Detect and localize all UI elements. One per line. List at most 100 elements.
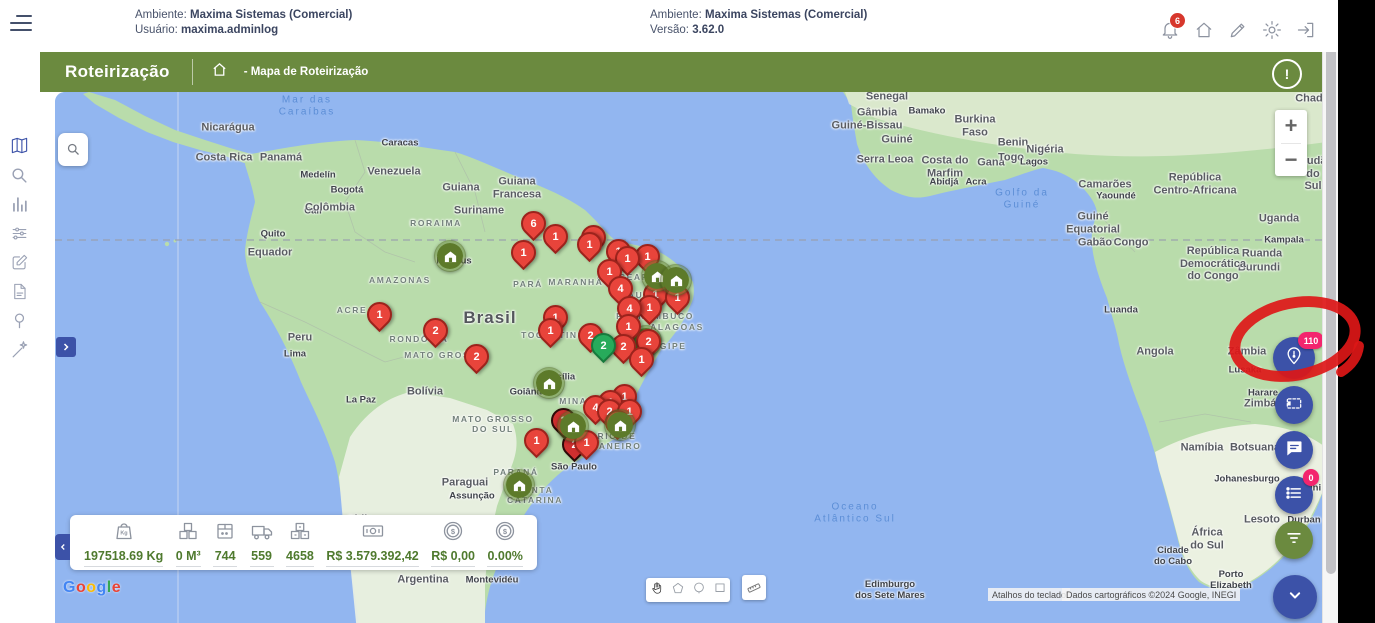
warehouse-icon (533, 367, 565, 399)
home-icon[interactable] (211, 61, 228, 83)
stat-value: 0.00% (487, 549, 522, 563)
map-attribution: Dados cartográficos ©2024 Google, INEGI (1062, 588, 1240, 601)
draw-tool-polygon[interactable] (667, 578, 688, 602)
depot-marker[interactable] (557, 410, 589, 442)
breadcrumb: - Mapa de Roteirização (244, 66, 369, 78)
hand-icon (650, 581, 664, 600)
usuario-label: Usuário: (135, 24, 178, 36)
stop-marker[interactable]: 2 (591, 333, 616, 358)
square-icon (713, 581, 727, 600)
svg-text:$: $ (503, 526, 508, 535)
sidebar-item-search[interactable] (10, 166, 30, 186)
home-icon[interactable] (1194, 20, 1216, 42)
stat-value: 4658 (286, 549, 314, 563)
filter-icon (1284, 528, 1304, 553)
stop-marker[interactable]: 1 (511, 240, 536, 265)
draw-tool-circle[interactable] (688, 578, 709, 602)
map-canvas[interactable]: Mar das CaraíbasNicaráguaCosta RicaPanam… (55, 92, 1327, 623)
zoom-in-button[interactable]: + (1275, 110, 1307, 143)
route-summary-bar: Kg 197518.69 Kg 0 M³ 744 559 4658 R$ 3.5… (70, 515, 537, 570)
usuario-value: maxima.adminlog (181, 24, 278, 36)
google-logo[interactable]: Google (63, 579, 121, 597)
alert-button[interactable]: ! (1272, 59, 1302, 89)
stop-marker[interactable]: 1 (543, 224, 568, 249)
environment-info: Ambiente: Maxima Sistemas (Comercial) Us… (135, 8, 352, 38)
zoom-out-button[interactable]: − (1275, 144, 1307, 177)
box-icon (213, 519, 237, 549)
sidebar-item-documents[interactable] (10, 282, 30, 302)
sidebar-item-reports[interactable] (10, 195, 30, 215)
warehouse-icon (604, 409, 636, 441)
ambiente-value: Maxima Sistemas (Comercial) (190, 9, 352, 21)
module-toolbar: Roteirização - Mapa de Roteirização ! (40, 52, 1327, 92)
scrollbar-track (1322, 0, 1339, 623)
sidebar-item-map[interactable] (10, 136, 30, 156)
stop-marker[interactable]: 2 (464, 344, 489, 369)
stop-marker[interactable]: 2 (423, 318, 448, 343)
fab-select-area[interactable] (1275, 386, 1313, 424)
packages-icon (288, 519, 312, 549)
depot-marker[interactable] (434, 240, 466, 272)
depot-marker[interactable] (660, 264, 692, 296)
draw-tool-rectangle[interactable] (709, 578, 730, 602)
stat-total-value: R$ 3.579.392,42 (326, 519, 418, 567)
ambiente-label: Ambiente: (135, 9, 187, 21)
page-title: Roteirização (65, 62, 170, 82)
warehouse-icon (434, 240, 466, 272)
truck-icon (250, 519, 274, 549)
map-search-button[interactable] (58, 133, 88, 166)
depot-marker[interactable] (604, 409, 636, 441)
scrollbar-thumb[interactable] (1326, 18, 1336, 574)
screen-edge (1338, 0, 1375, 623)
sidebar-item-locations[interactable] (10, 311, 30, 331)
stat-vehicles: 559 (250, 519, 274, 567)
fab-filter[interactable] (1275, 521, 1313, 559)
stat-weight: Kg 197518.69 Kg (84, 519, 163, 567)
fab-badge-route-list: 0 (1303, 469, 1319, 486)
top-header: Ambiente: Maxima Sistemas (Comercial) Us… (0, 0, 1338, 52)
fab-collapse-panel[interactable] (1273, 575, 1317, 619)
stat-value: 744 (215, 549, 236, 563)
coin-icon: $ (441, 519, 465, 549)
keyboard-shortcuts[interactable]: Atalhos do teclado (988, 588, 1070, 601)
svg-text:Kg: Kg (120, 530, 127, 536)
dashed-rect-icon (1284, 393, 1304, 418)
menu-icon[interactable] (10, 13, 34, 33)
app-window: Ambiente: Maxima Sistemas (Comercial) Us… (0, 0, 1375, 623)
svg-text:$: $ (451, 526, 456, 535)
banknote-icon (361, 519, 385, 549)
collapse-stats-button[interactable] (55, 534, 70, 560)
left-sidebar (0, 52, 40, 623)
stat-percent: $ 0.00% (487, 519, 522, 567)
stop-marker[interactable]: 1 (538, 318, 563, 343)
fab-chat[interactable] (1275, 431, 1313, 469)
pin-fab-icon (1284, 346, 1304, 371)
sidebar-item-edit[interactable] (10, 253, 30, 273)
edit-icon[interactable] (1228, 20, 1250, 42)
depot-marker[interactable] (503, 469, 535, 501)
warehouse-icon (557, 410, 589, 442)
exit-icon[interactable] (1296, 20, 1318, 42)
version-info: Ambiente: Maxima Sistemas (Comercial) Ve… (650, 8, 867, 38)
chat-icon (1284, 438, 1304, 463)
measure-button[interactable] (742, 575, 766, 600)
polygon-icon (671, 581, 685, 600)
draw-tool-pan[interactable] (646, 578, 667, 602)
sidebar-item-parameters[interactable] (10, 224, 30, 244)
stat-value: R$ 0,00 (431, 549, 475, 563)
expand-panel-button[interactable] (56, 337, 76, 357)
stop-marker[interactable]: 1 (367, 302, 392, 327)
cubes-icon (176, 519, 200, 549)
coin-icon: $ (493, 519, 517, 549)
stop-marker[interactable]: 1 (577, 232, 602, 257)
stop-marker[interactable]: 1 (629, 347, 654, 372)
depot-marker[interactable] (533, 367, 565, 399)
sidebar-item-tools[interactable] (10, 341, 30, 361)
stat-items: 4658 (286, 519, 314, 567)
notifications-icon[interactable]: 6 (1160, 20, 1182, 42)
map-zoom-control: + − (1275, 110, 1307, 176)
stat-orders: 744 (213, 519, 237, 567)
stop-marker[interactable]: 1 (524, 428, 549, 453)
settings-icon[interactable] (1262, 20, 1284, 42)
divider (192, 59, 193, 85)
